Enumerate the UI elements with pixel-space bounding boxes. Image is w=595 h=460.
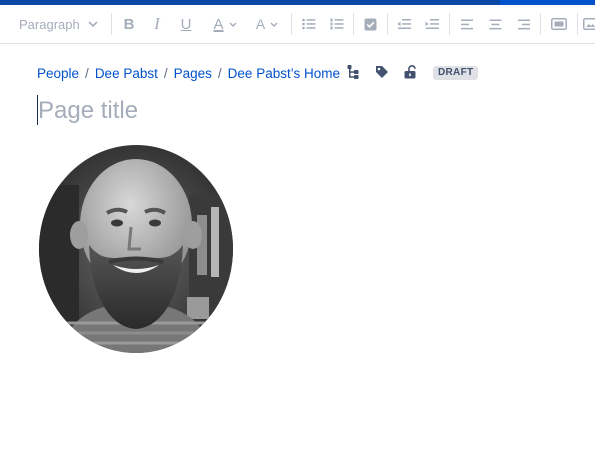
breadcrumb-separator: / [85,65,89,81]
align-center-button[interactable] [484,5,506,43]
toolbar-divider [291,13,292,35]
underline-button[interactable]: U [175,5,197,43]
italic-button[interactable]: I [146,5,168,43]
page-title-input[interactable] [37,94,558,128]
toolbar-divider [577,13,578,35]
numbered-list-button[interactable] [326,5,348,43]
page-tree-icon[interactable] [345,64,361,80]
text-cursor [37,95,38,125]
align-left-icon [460,19,474,30]
text-effects-icon: A [255,16,266,32]
bullet-list-button[interactable] [298,5,320,43]
numbered-list-icon [330,18,344,30]
image-icon [583,18,595,30]
breadcrumb-item-people[interactable]: People [37,66,79,81]
underline-icon: U [180,15,192,33]
task-checkbox-icon [364,18,377,31]
chevron-down-icon [270,22,278,27]
indent-icon [425,18,439,30]
paragraph-style-dropdown[interactable]: Paragraph [12,5,106,43]
avatar[interactable] [39,145,233,353]
outdent-button[interactable] [393,5,415,43]
bold-icon: B [123,15,135,33]
breadcrumb-separator: / [217,65,222,81]
outdent-icon [397,18,411,30]
toolbar-divider [540,13,541,35]
breadcrumb-item-home[interactable]: Dee Pabst’s Home [228,66,340,81]
unlock-icon[interactable] [402,64,418,80]
text-effects-button[interactable]: A [249,5,285,43]
chevron-down-icon [88,21,98,27]
status-badge: DRAFT [433,66,479,80]
toolbar-divider [387,13,388,35]
bold-button[interactable]: B [118,5,140,43]
indent-button[interactable] [421,5,443,43]
align-left-button[interactable] [456,5,478,43]
text-color-button[interactable]: A [207,5,243,43]
editor-toolbar: Paragraph B I U A A [0,5,595,44]
breadcrumb-separator: / [163,65,168,81]
align-right-button[interactable] [512,5,534,43]
breadcrumb-item-user[interactable]: Dee Pabst [95,66,158,81]
label-tag-icon[interactable] [374,64,390,80]
bullet-list-icon [302,18,316,30]
align-center-icon [489,19,502,30]
layout-button[interactable] [547,5,571,43]
breadcrumb-item-pages[interactable]: Pages [174,66,212,81]
paragraph-style-label: Paragraph [19,16,80,32]
italic-icon: I [154,14,160,33]
breadcrumb: People / Dee Pabst / Pages / Dee Pabst’s… [37,64,340,82]
align-right-icon [517,19,530,30]
chevron-down-icon [229,22,237,27]
layout-icon [551,18,567,30]
task-button[interactable] [359,5,381,43]
insert-image-button[interactable] [583,5,595,43]
text-color-icon: A [213,15,224,33]
toolbar-divider [353,13,354,35]
toolbar-divider [111,13,112,35]
toolbar-divider [449,13,450,35]
